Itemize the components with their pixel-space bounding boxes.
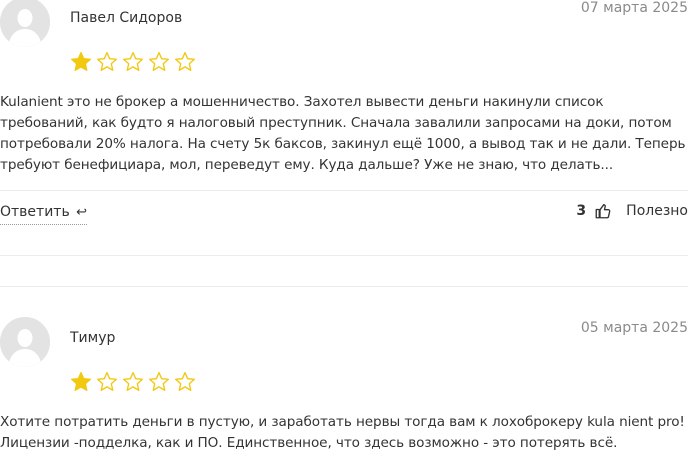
user-placeholder-icon [0, 317, 50, 367]
helpful-label: Полезно [626, 203, 688, 219]
review-separator [0, 286, 688, 287]
reply-arrow-icon: ↩ [76, 205, 88, 220]
divider [0, 255, 688, 256]
avatar [0, 0, 50, 47]
helpful-count: 3 [576, 203, 587, 219]
helpful-control[interactable]: 3 Полезно [576, 202, 688, 220]
review-date: 07 марта 2025 [580, 0, 688, 16]
star-empty-icon [123, 51, 143, 71]
star-empty-icon [97, 51, 117, 71]
user-placeholder-icon [0, 0, 50, 47]
avatar [0, 317, 50, 367]
star-empty-icon [149, 371, 169, 391]
review-author: Тимур [70, 330, 116, 346]
star-empty-icon [123, 371, 143, 391]
star-rating [70, 51, 196, 73]
star-empty-icon [175, 371, 195, 391]
review-date: 05 марта 2025 [580, 320, 688, 336]
star-filled-icon [71, 51, 91, 71]
star-empty-icon [97, 371, 117, 391]
star-empty-icon [175, 51, 195, 71]
star-empty-icon [149, 51, 169, 71]
thumbs-up-icon[interactable] [594, 202, 612, 220]
review-author: Павел Сидоров [70, 10, 183, 26]
reply-button[interactable]: Ответить ↩ [0, 204, 88, 225]
review-text: Хотите потратить деньги в пустую, и зара… [0, 414, 685, 451]
star-rating [70, 371, 196, 393]
reply-label: Ответить [0, 204, 70, 220]
review-text: Kulanient это не брокер а мошенничество.… [0, 94, 686, 173]
divider [0, 190, 688, 191]
star-filled-icon [71, 371, 91, 391]
